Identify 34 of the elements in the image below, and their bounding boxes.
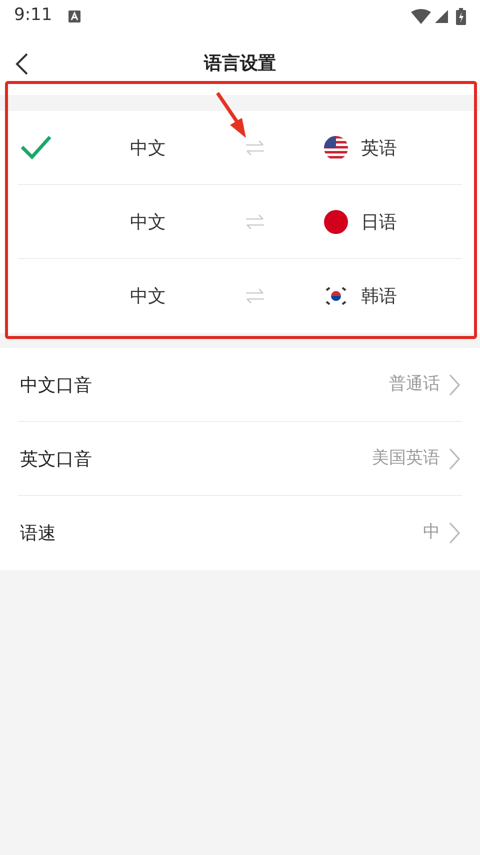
setting-label: 英文口音 [20, 448, 93, 472]
source-language: 中文 [130, 210, 166, 234]
annotation-arrow-icon [213, 92, 249, 140]
language-pair-row[interactable]: 中文 英语 [0, 111, 480, 185]
battery-icon [456, 8, 466, 24]
chevron-right-icon [448, 373, 460, 397]
back-button[interactable] [14, 51, 30, 76]
source-language: 中文 [130, 284, 166, 308]
setting-label: 语速 [20, 522, 57, 546]
chevron-right-icon [448, 521, 460, 545]
source-language: 中文 [130, 136, 166, 160]
target-language: 韩语 [361, 284, 397, 308]
setting-value: 普通话 [389, 373, 440, 396]
settings-row[interactable]: 英文口音 美国英语 [0, 422, 480, 496]
status-time: 9:11 [14, 4, 52, 28]
chevron-right-icon [448, 447, 460, 471]
swap-icon [245, 213, 265, 231]
target-language: 日语 [361, 210, 397, 234]
us-flag-icon [323, 135, 349, 161]
language-pair-row[interactable]: 中文 韩语 [0, 259, 480, 333]
settings-row[interactable]: 语速 中 [0, 496, 480, 570]
wifi-icon [411, 8, 431, 24]
target-language: 英语 [361, 136, 397, 160]
setting-value: 中 [423, 521, 440, 544]
japan-flag-icon [323, 209, 349, 235]
setting-value: 美国英语 [372, 447, 440, 470]
notification-icon [68, 10, 82, 22]
signal-icon [435, 10, 448, 22]
setting-label: 中文口音 [20, 374, 93, 398]
settings-row[interactable]: 中文口音 普通话 [0, 348, 480, 422]
language-pair-row[interactable]: 中文 日语 [0, 185, 480, 259]
swap-icon [245, 139, 265, 157]
swap-icon [245, 287, 265, 305]
page-title: 语言设置 [204, 52, 276, 76]
